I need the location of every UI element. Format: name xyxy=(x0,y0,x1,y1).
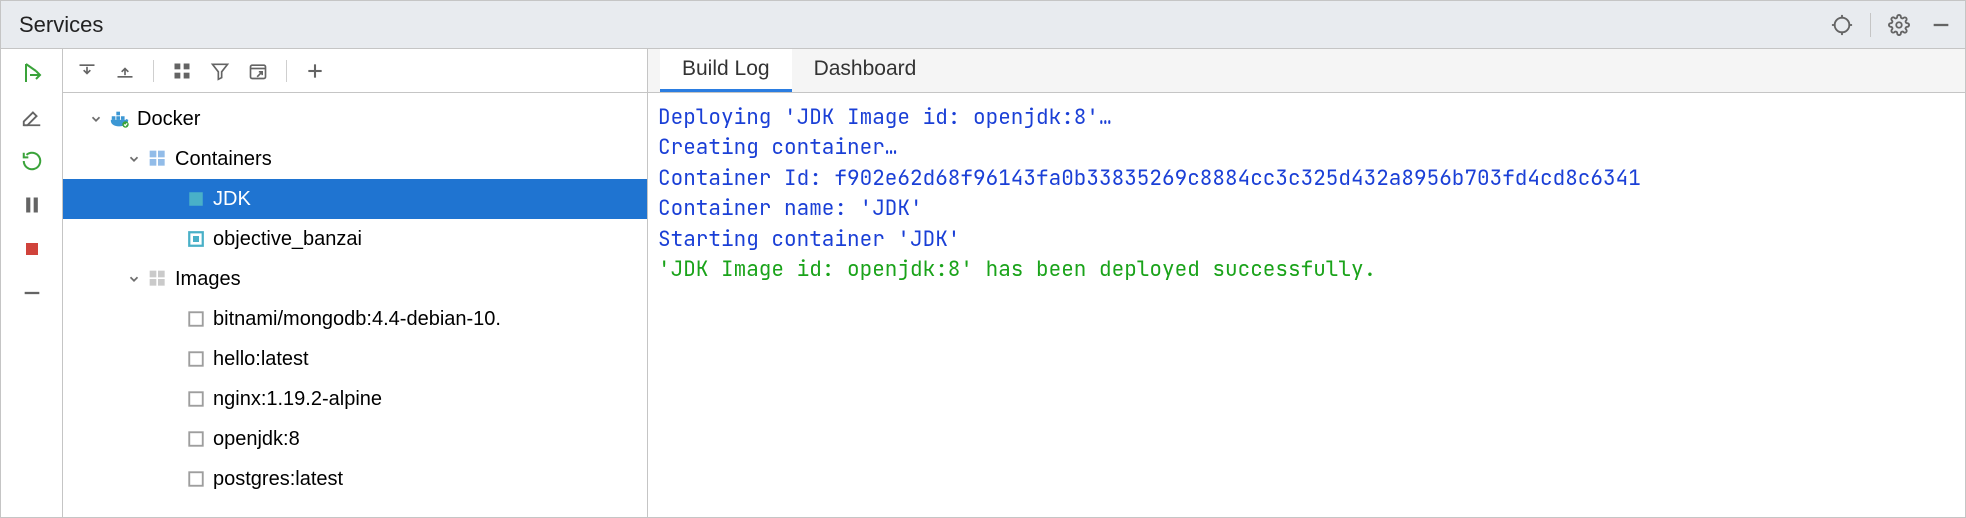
chevron-down-icon[interactable] xyxy=(123,272,145,286)
services-panel: Services xyxy=(0,0,1966,518)
filter-icon[interactable] xyxy=(206,57,234,85)
tree-node-label: postgres:latest xyxy=(209,468,343,491)
log-line: Container name: 'JDK' xyxy=(658,194,1957,224)
titlebar-divider xyxy=(1870,13,1871,37)
run-gutter xyxy=(1,49,63,517)
image-icon xyxy=(183,430,209,448)
tree-node-label: Docker xyxy=(133,108,200,131)
panel-title: Services xyxy=(19,12,1828,38)
tree-node-images[interactable]: Images xyxy=(63,259,647,299)
image-icon xyxy=(183,390,209,408)
chevron-down-icon[interactable] xyxy=(123,152,145,166)
tree-node-containers[interactable]: Containers xyxy=(63,139,647,179)
pause-icon[interactable] xyxy=(18,191,46,219)
tree-node-docker[interactable]: Docker xyxy=(63,99,647,139)
tree-node-image[interactable]: openjdk:8 xyxy=(63,419,647,459)
tree-node-label: nginx:1.19.2-alpine xyxy=(209,388,382,411)
tree-node-image[interactable]: nginx:1.19.2-alpine xyxy=(63,379,647,419)
tree-node-label: bitnami/mongodb:4.4-debian-10. xyxy=(209,308,501,331)
minimize-icon[interactable] xyxy=(1927,11,1955,39)
tree-node-label: Images xyxy=(171,268,241,291)
collapse-all-icon[interactable] xyxy=(111,57,139,85)
container-stopped-icon xyxy=(183,230,209,248)
toolbar-separator xyxy=(153,60,154,82)
tree-toolbar xyxy=(63,49,647,93)
services-tree[interactable]: Docker Containers xyxy=(63,93,647,517)
log-line: Starting container 'JDK' xyxy=(658,225,1957,255)
open-in-new-tab-icon[interactable] xyxy=(244,57,272,85)
containers-icon xyxy=(145,149,171,169)
container-running-icon xyxy=(183,190,209,208)
tree-node-label: JDK xyxy=(209,188,251,211)
log-line: Deploying 'JDK Image id: openjdk:8'… xyxy=(658,103,1957,133)
tree-node-label: openjdk:8 xyxy=(209,428,300,451)
edit-config-icon[interactable] xyxy=(18,103,46,131)
services-tree-column: Docker Containers xyxy=(63,49,648,517)
tab-build-log[interactable]: Build Log xyxy=(660,49,792,92)
tree-node-image[interactable]: postgres:latest xyxy=(63,459,647,499)
image-icon xyxy=(183,310,209,328)
tree-node-label: hello:latest xyxy=(209,348,309,371)
image-icon xyxy=(183,470,209,488)
log-line: 'JDK Image id: openjdk:8' has been deplo… xyxy=(658,255,1957,285)
gear-icon[interactable] xyxy=(1885,11,1913,39)
expand-all-icon[interactable] xyxy=(73,57,101,85)
tree-node-label: objective_banzai xyxy=(209,228,362,251)
tree-node-image[interactable]: bitnami/mongodb:4.4-debian-10. xyxy=(63,299,647,339)
log-line: Creating container… xyxy=(658,133,1957,163)
image-icon xyxy=(183,350,209,368)
log-line: Container Id: f902e62d68f96143fa0b338352… xyxy=(658,164,1957,194)
titlebar-actions xyxy=(1828,11,1955,39)
build-log-output[interactable]: Deploying 'JDK Image id: openjdk:8'…Crea… xyxy=(648,93,1965,517)
panel-titlebar: Services xyxy=(1,1,1965,49)
panel-body: Docker Containers xyxy=(1,49,1965,517)
tree-node-container-objective-banzai[interactable]: objective_banzai xyxy=(63,219,647,259)
run-icon[interactable] xyxy=(18,59,46,87)
tab-dashboard[interactable]: Dashboard xyxy=(792,49,939,92)
tree-node-container-jdk[interactable]: JDK xyxy=(63,179,647,219)
chevron-down-icon[interactable] xyxy=(85,112,107,126)
details-tabs: Build Log Dashboard xyxy=(648,49,1965,93)
details-column: Build Log Dashboard Deploying 'JDK Image… xyxy=(648,49,1965,517)
stop-icon[interactable] xyxy=(18,235,46,263)
tree-node-image[interactable]: hello:latest xyxy=(63,339,647,379)
collapse-icon[interactable] xyxy=(18,279,46,307)
rerun-icon[interactable] xyxy=(18,147,46,175)
add-service-icon[interactable] xyxy=(301,57,329,85)
docker-icon xyxy=(107,108,133,130)
toolbar-separator xyxy=(286,60,287,82)
images-icon xyxy=(145,269,171,289)
locate-icon[interactable] xyxy=(1828,11,1856,39)
group-by-icon[interactable] xyxy=(168,57,196,85)
tree-node-label: Containers xyxy=(171,148,272,171)
